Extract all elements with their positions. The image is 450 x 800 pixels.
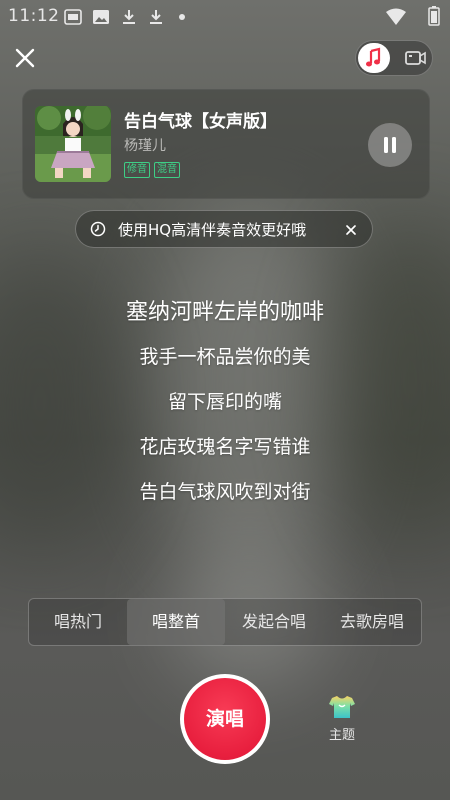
theme-label: 主题 — [328, 728, 355, 743]
close-icon[interactable] — [12, 45, 38, 71]
tab-start-chorus[interactable]: 发起合唱 — [225, 599, 323, 645]
song-artist: 杨瑾儿 — [124, 138, 166, 154]
download-icon — [150, 10, 162, 24]
hq-hint-banner[interactable]: 使用HQ高清伴奏音效更好哦 — [75, 210, 373, 248]
wifi-icon — [386, 8, 406, 25]
karaoke-screen: 11:12 告白气球【女声版】 杨瑾儿 修音 混音 使用HQ高清伴奏音效更好哦 … — [0, 0, 450, 800]
audio-video-toggle[interactable] — [355, 40, 433, 76]
album-cover — [35, 106, 111, 182]
video-mode-button[interactable] — [400, 43, 430, 73]
cover-image — [35, 106, 111, 182]
status-bar: 11:12 — [0, 0, 450, 34]
close-icon[interactable] — [344, 223, 358, 237]
lyric-line: 告白气球风吹到对街 — [139, 481, 311, 503]
hint-text: 使用HQ高清伴奏音效更好哦 — [118, 221, 307, 239]
pause-button[interactable] — [368, 123, 412, 167]
lyric-line: 塞纳河畔左岸的咖啡 — [125, 300, 324, 325]
tab-full-song[interactable]: 唱整首 — [127, 599, 225, 645]
dot-icon — [179, 14, 185, 20]
music-note-icon — [366, 47, 381, 67]
hq-icon — [90, 221, 106, 237]
lyric-line: 花店玫瑰名字写错谁 — [139, 436, 311, 458]
tab-song-room[interactable]: 去歌房唱 — [323, 599, 421, 645]
lyric-line: 留下唇印的嘴 — [167, 391, 282, 413]
tab-hot[interactable]: 唱热门 — [29, 599, 127, 645]
video-icon — [405, 51, 426, 65]
song-title: 告白气球【女声版】 — [124, 112, 277, 132]
lyrics-panel: 塞纳河畔左岸的咖啡 我手一杯品尝你的美 留下唇印的嘴 花店玫瑰名字写错谁 告白气… — [0, 290, 450, 515]
tag-badge: 混音 — [154, 162, 180, 178]
audio-mode-button[interactable] — [358, 43, 390, 73]
song-tags: 修音 混音 — [124, 162, 180, 178]
status-time: 11:12 — [8, 6, 60, 26]
app-badge-icon — [64, 9, 82, 25]
sing-mode-tabs: 唱热门 唱整首 发起合唱 去歌房唱 — [28, 598, 422, 646]
download-icon — [123, 10, 135, 24]
theme-button[interactable]: 主题 — [322, 694, 362, 744]
battery-icon — [428, 6, 440, 26]
pause-icon — [384, 137, 396, 153]
lyric-line: 我手一杯品尝你的美 — [139, 346, 311, 368]
sing-button[interactable]: 演唱 — [184, 678, 266, 760]
tag-badge: 修音 — [124, 162, 150, 178]
shirt-icon — [329, 696, 355, 718]
song-card[interactable]: 告白气球【女声版】 杨瑾儿 修音 混音 — [22, 89, 430, 199]
image-icon — [93, 10, 109, 24]
